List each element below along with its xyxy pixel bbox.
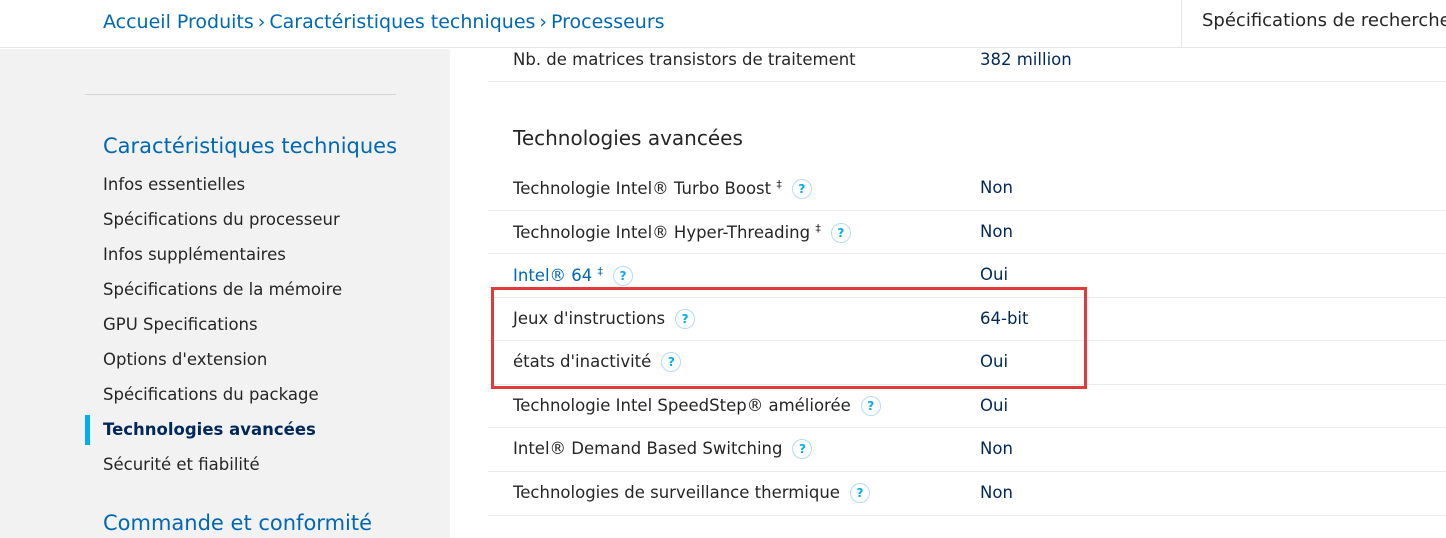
sidebar-item-specs-package[interactable]: Spécifications du package (103, 385, 319, 404)
spec-row: Technologies de surveillance thermique? … (488, 472, 1446, 516)
help-icon[interactable]: ? (830, 223, 851, 243)
sidebar-item-options-extension[interactable]: Options d'extension (103, 350, 267, 369)
spec-row: Nb. de matrices transistors de traitemen… (488, 49, 1446, 82)
breadcrumb-home[interactable]: Accueil Produits (103, 11, 254, 33)
spec-label-text: Technologie Intel® Hyper-Threading (513, 223, 811, 242)
help-icon[interactable]: ? (860, 396, 881, 416)
help-icon[interactable]: ? (675, 309, 696, 329)
spec-value: 382 million (980, 50, 1072, 69)
spec-label-link[interactable]: Intel® 64 ‡? (513, 265, 634, 286)
spec-label-text: Technologies de surveillance thermique (513, 483, 840, 502)
spec-row: Technologie Intel SpeedStep® améliorée? … (488, 385, 1446, 428)
sidebar-item-gpu-specs[interactable]: GPU Specifications (103, 315, 258, 334)
spec-label-text: Technologie Intel® Turbo Boost (513, 179, 772, 198)
spec-label: Technologies de surveillance thermique? (513, 483, 870, 503)
footnote-mark: ‡ (815, 222, 821, 235)
sidebar-item-specs-memoire[interactable]: Spécifications de la mémoire (103, 280, 342, 299)
spec-row: Jeux d'instructions? 64-bit (488, 298, 1446, 341)
top-bar: Accueil Produits › Caractéristiques techni… (0, 0, 1446, 48)
sidebar-item-infos-essentielles[interactable]: Infos essentielles (103, 175, 245, 194)
spec-label: Jeux d'instructions? (513, 309, 696, 329)
spec-row: Intel® Demand Based Switching? Non (488, 428, 1446, 472)
sidebar: Caractéristiques techniques Infos essent… (0, 49, 450, 538)
spec-content: Nb. de matrices transistors de traitemen… (488, 49, 1446, 538)
sidebar-active-indicator (85, 415, 90, 445)
spec-label: Technologie Intel® Hyper-Threading ‡? (513, 222, 851, 243)
breadcrumb-separator: › (539, 11, 548, 33)
help-icon[interactable]: ? (849, 483, 870, 503)
spec-label: Technologie Intel SpeedStep® améliorée? (513, 396, 881, 416)
spec-label-text[interactable]: Intel® 64 (513, 266, 592, 285)
spec-value: Oui (980, 396, 1009, 415)
spec-value: Non (980, 439, 1013, 458)
spec-label: états d'inactivité? (513, 352, 682, 372)
section-heading: Technologies avancées (513, 126, 743, 150)
spec-value: Oui (980, 265, 1009, 284)
spec-value: Oui (980, 352, 1009, 371)
spec-label: Intel® Demand Based Switching? (513, 439, 813, 459)
spec-label-text: Intel® Demand Based Switching (513, 439, 783, 458)
help-icon[interactable]: ? (792, 439, 813, 459)
spec-value: Non (980, 483, 1013, 502)
sidebar-item-securite-fiabilite[interactable]: Sécurité et fiabilité (103, 455, 260, 474)
sidebar-item-specs-processeur[interactable]: Spécifications du processeur (103, 210, 340, 229)
breadcrumb-specs[interactable]: Caractéristiques techniques (269, 11, 535, 33)
breadcrumb-separator: › (257, 11, 266, 33)
sidebar-divider (85, 94, 396, 95)
spec-label: Nb. de matrices transistors de traitemen… (513, 50, 856, 69)
breadcrumb: Accueil Produits › Caractéristiques techni… (103, 0, 665, 44)
spec-row: Technologie Intel® Hyper-Threading ‡? No… (488, 211, 1446, 254)
spec-label-text: Technologie Intel SpeedStep® améliorée (513, 396, 851, 415)
footnote-mark: ‡ (776, 178, 782, 191)
sidebar-next-section-title[interactable]: Commande et conformité (103, 511, 372, 535)
spec-value: Non (980, 178, 1013, 197)
spec-label-text: états d'inactivité (513, 352, 652, 371)
breadcrumb-processors[interactable]: Processeurs (551, 11, 665, 33)
help-icon[interactable]: ? (613, 266, 634, 286)
sidebar-item-infos-supplementaires[interactable]: Infos supplémentaires (103, 245, 286, 264)
spec-row: Technologie Intel® Turbo Boost ‡? Non (488, 167, 1446, 211)
spec-value: 64-bit (980, 309, 1029, 328)
help-icon[interactable]: ? (791, 179, 812, 199)
search-specs-button[interactable]: Spécifications de recherche (1181, 0, 1446, 47)
help-icon[interactable]: ? (661, 352, 682, 372)
spec-label: Technologie Intel® Turbo Boost ‡? (513, 178, 812, 199)
spec-row: états d'inactivité? Oui (488, 341, 1446, 385)
sidebar-item-technologies-avancees[interactable]: Technologies avancées (103, 420, 316, 439)
spec-value: Non (980, 222, 1013, 241)
sidebar-section-title[interactable]: Caractéristiques techniques (103, 134, 397, 158)
spec-label-text: Jeux d'instructions (513, 309, 666, 328)
spec-row: Intel® 64 ‡? Oui (488, 254, 1446, 298)
footnote-mark: ‡ (597, 265, 604, 278)
